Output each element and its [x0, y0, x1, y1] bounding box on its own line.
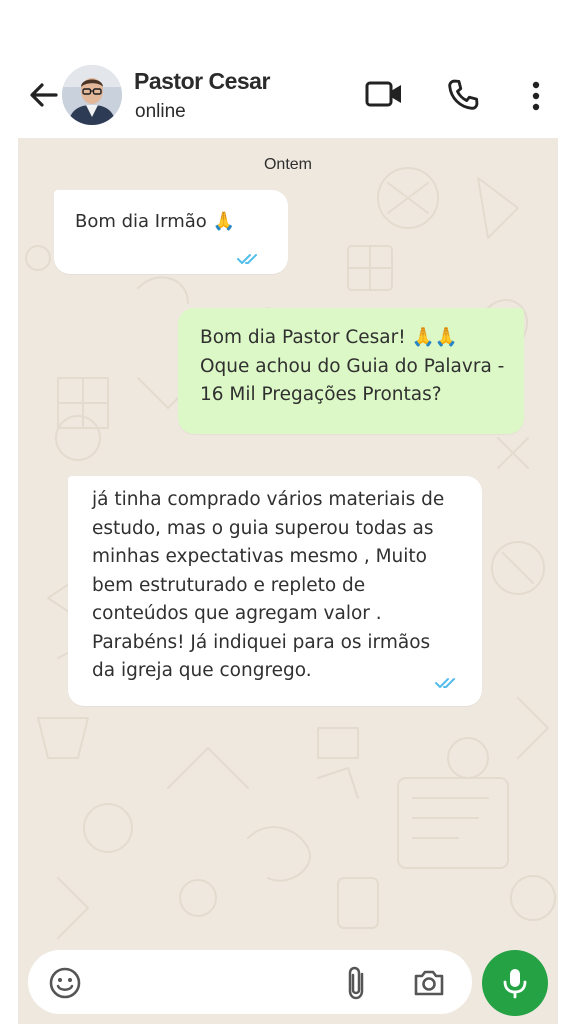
message-list[interactable]: Ontem Bom dia Irmão 🙏 Bom dia Pastor Ces… [18, 138, 558, 946]
message-text: já tinha comprado vários materiais de es… [92, 489, 445, 681]
message-input[interactable] [28, 950, 472, 1014]
compose-bar [18, 946, 558, 1024]
three-dots-vertical-icon [532, 81, 540, 111]
message-bubble-received[interactable]: Bom dia Irmão 🙏 [54, 190, 288, 274]
phone-icon [448, 79, 479, 110]
double-check-icon [237, 254, 257, 264]
video-call-button[interactable] [364, 77, 404, 111]
emoji-icon [49, 967, 81, 999]
chat-screen: Pastor Cesar online Ontem Bom dia Irmão … [0, 0, 576, 1024]
voice-message-button[interactable] [482, 950, 548, 1016]
more-options-button[interactable] [524, 76, 548, 116]
avatar[interactable] [62, 65, 122, 125]
message-text: Bom dia Pastor Cesar! 🙏🙏 Oque achou do G… [200, 327, 505, 405]
video-camera-icon [365, 81, 401, 107]
microphone-icon [503, 969, 527, 999]
camera-icon [414, 970, 444, 996]
double-check-icon [435, 678, 455, 688]
camera-button[interactable] [412, 967, 446, 999]
date-separator: Ontem [263, 156, 312, 173]
back-button[interactable] [26, 78, 60, 112]
contact-status: online [135, 101, 186, 122]
attach-button[interactable] [344, 964, 370, 1002]
chat-header: Pastor Cesar online [0, 52, 576, 138]
message-bubble-sent[interactable]: Bom dia Pastor Cesar! 🙏🙏 Oque achou do G… [178, 308, 524, 434]
emoji-button[interactable] [48, 966, 82, 1000]
contact-name[interactable]: Pastor Cesar [134, 68, 270, 95]
voice-call-button[interactable] [444, 76, 482, 114]
arrow-left-icon [30, 83, 58, 107]
paperclip-icon [348, 966, 364, 1000]
message-text: Bom dia Irmão 🙏 [75, 211, 235, 232]
contact-photo [62, 65, 122, 125]
message-bubble-received[interactable]: já tinha comprado vários materiais de es… [68, 476, 482, 706]
